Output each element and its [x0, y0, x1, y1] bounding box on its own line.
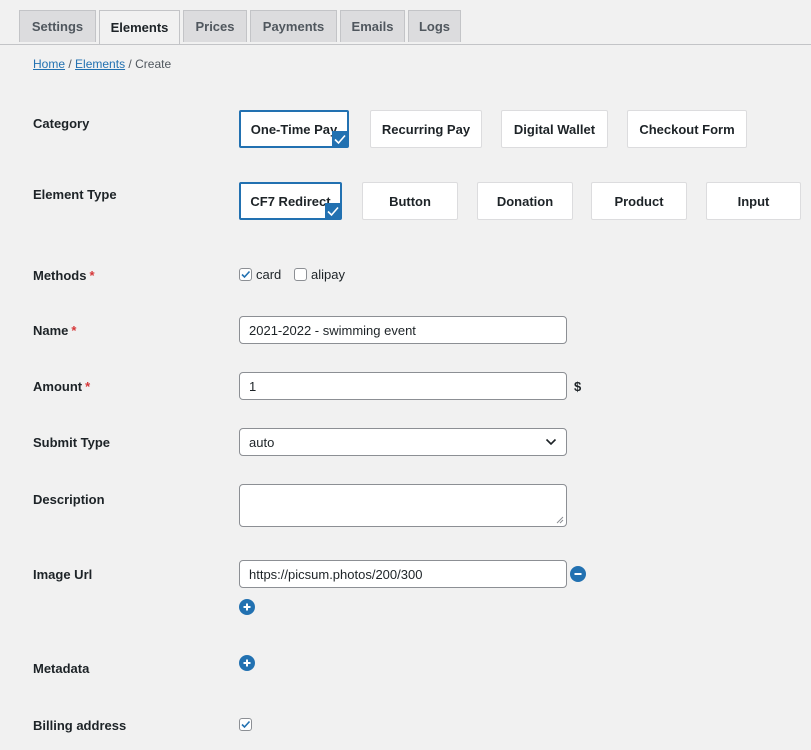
submit-type-value: auto [249, 434, 275, 450]
methods-label-text: Methods [33, 268, 87, 283]
billing-address-checkbox[interactable] [239, 718, 252, 731]
tab-prices[interactable]: Prices [183, 10, 247, 42]
plus-icon [243, 603, 251, 611]
category-option-checkout-form[interactable]: Checkout Form [627, 110, 747, 148]
amount-label: Amount * [33, 379, 90, 394]
image-url-input[interactable]: https://picsum.photos/200/300 [239, 560, 567, 588]
resize-handle-icon[interactable] [556, 516, 564, 524]
required-mark: * [71, 323, 77, 338]
checkmark-icon [325, 203, 340, 218]
element-type-option-donation[interactable]: Donation [477, 182, 573, 220]
minus-icon [574, 573, 582, 575]
submit-type-label: Submit Type [33, 435, 111, 450]
breadcrumb-separator: / [68, 57, 72, 71]
breadcrumb-separator: / [128, 57, 132, 71]
breadcrumb-home-link[interactable]: Home [33, 57, 65, 71]
tab-payments[interactable]: Payments [250, 10, 337, 42]
chevron-down-icon [545, 438, 557, 446]
required-mark: * [89, 268, 95, 283]
tab-emails[interactable]: Emails [340, 10, 405, 42]
tab-elements[interactable]: Elements [99, 10, 180, 44]
option-label: One-Time Pay [250, 121, 338, 137]
name-label: Name * [33, 323, 76, 338]
metadata-label: Metadata [33, 661, 90, 676]
element-type-label: Element Type [33, 187, 117, 202]
alipay-checkbox[interactable] [294, 268, 307, 281]
description-label: Description [33, 492, 105, 507]
checkmark-icon [241, 720, 251, 729]
breadcrumb-elements-link[interactable]: Elements [75, 57, 125, 71]
element-type-option-product[interactable]: Product [591, 182, 687, 220]
description-textarea[interactable] [239, 484, 567, 527]
name-label-text: Name [33, 323, 69, 338]
amount-input[interactable]: 1 [239, 372, 567, 400]
remove-image-url-button[interactable] [570, 566, 586, 582]
breadcrumb-current: Create [135, 57, 172, 71]
element-type-option-input[interactable]: Input [706, 182, 801, 220]
tab-logs[interactable]: Logs [408, 10, 461, 42]
methods-label: Methods * [33, 268, 95, 283]
required-mark: * [85, 379, 91, 394]
option-label: CF7 Redirect [250, 193, 331, 209]
category-option-digital-wallet[interactable]: Digital Wallet [501, 110, 608, 148]
tab-settings[interactable]: Settings [19, 10, 96, 42]
tab-bar: Settings Elements Prices Payments Emails… [0, 0, 811, 45]
breadcrumb: Home / Elements / Create [33, 57, 171, 71]
name-input[interactable]: 2021-2022 - swimming event [239, 316, 567, 344]
element-type-option-cf7-redirect[interactable]: CF7 Redirect [239, 182, 342, 220]
amount-label-text: Amount [33, 379, 83, 394]
add-image-url-button[interactable] [239, 599, 255, 615]
image-url-label: Image Url [33, 567, 93, 582]
category-option-recurring-pay[interactable]: Recurring Pay [370, 110, 482, 148]
checkmark-icon [241, 270, 251, 279]
card-checkbox[interactable] [239, 268, 252, 281]
add-metadata-button[interactable] [239, 655, 255, 671]
category-label: Category [33, 116, 90, 131]
checkmark-icon [332, 131, 347, 146]
category-option-one-time-pay[interactable]: One-Time Pay [239, 110, 349, 148]
plus-icon [243, 659, 251, 667]
element-type-option-button[interactable]: Button [362, 182, 458, 220]
submit-type-select[interactable]: auto [239, 428, 567, 456]
currency-symbol: $ [574, 379, 582, 394]
alipay-checkbox-label: alipay [311, 267, 345, 282]
billing-address-label: Billing address [33, 718, 127, 733]
card-checkbox-label: card [256, 267, 282, 282]
